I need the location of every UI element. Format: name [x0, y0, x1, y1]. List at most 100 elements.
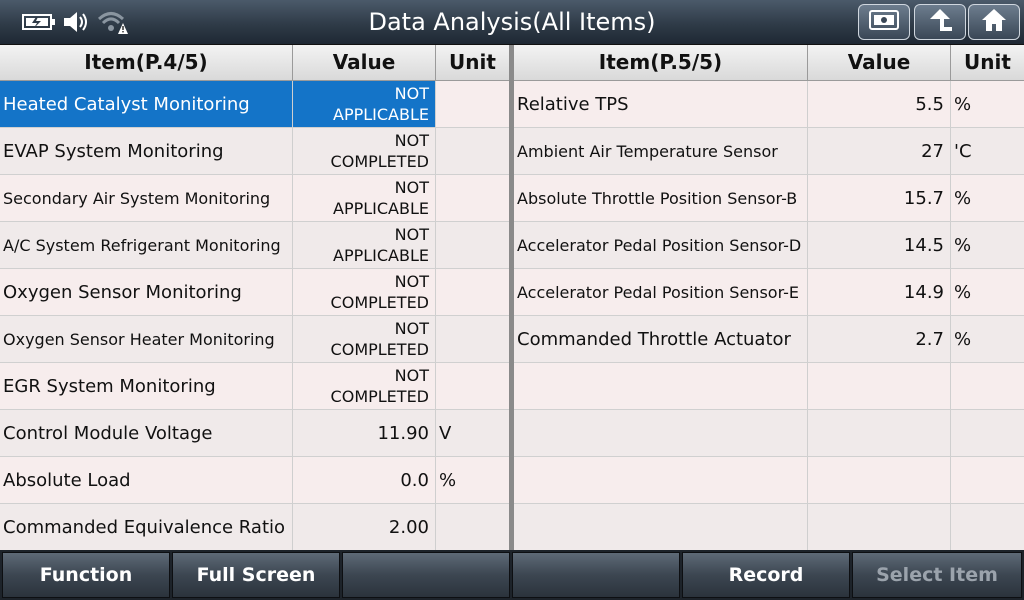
table-row[interactable]: Accelerator Pedal Position Sensor-D 14.5% — [514, 222, 1024, 269]
item-unit: % — [954, 187, 972, 209]
item-name: Absolute Load — [0, 457, 293, 503]
item-name — [514, 457, 808, 503]
item-name: Oxygen Sensor Heater Monitoring — [0, 316, 293, 362]
item-name — [514, 363, 808, 409]
value-text: NOT — [394, 366, 429, 385]
title-bar: Data Analysis(All Items) — [0, 0, 1024, 45]
value-text: APPLICABLE — [333, 199, 429, 218]
table-row[interactable]: A/C System Refrigerant Monitoring NOT APPL… — [0, 222, 509, 269]
table-header: Item(P.5/5) Value Unit — [514, 45, 1024, 81]
item-column-header: Item(P.5/5) — [514, 45, 808, 80]
table-row[interactable] — [514, 504, 1024, 551]
table-row[interactable]: Heated Catalyst Monitoring NOT APPLICABLE — [0, 81, 509, 128]
item-unit — [951, 457, 1024, 503]
table-row[interactable]: Secondary Air System Monitoring NOT APPLIC… — [0, 175, 509, 222]
item-value: 2.00 — [293, 504, 436, 550]
item-unit — [436, 316, 509, 362]
value-text: NOT — [394, 319, 429, 338]
function-button[interactable]: Function — [2, 552, 170, 598]
right-data-table: Item(P.5/5) Value Unit Relative TPS 5.5% A… — [514, 45, 1024, 551]
item-unit: % — [954, 234, 972, 256]
item-value: NOT APPLICABLE — [293, 222, 436, 268]
item-value: 15.7 — [808, 175, 951, 221]
value-text: NOT — [394, 178, 429, 197]
table-row[interactable] — [514, 363, 1024, 410]
item-name: Accelerator Pedal Position Sensor-E — [514, 269, 808, 315]
back-up-arrow-icon — [926, 7, 954, 37]
item-value — [808, 410, 951, 456]
snapshot-button[interactable] — [858, 4, 910, 40]
table-header: Item(P.4/5) Value Unit — [0, 45, 509, 81]
item-value: NOT COMPLETED — [293, 316, 436, 362]
item-value — [808, 363, 951, 409]
item-unit — [951, 504, 1024, 550]
table-row[interactable]: Accelerator Pedal Position Sensor-E 14.9% — [514, 269, 1024, 316]
value-text: 0.0 — [400, 469, 429, 491]
table-row[interactable] — [514, 410, 1024, 457]
table-row[interactable]: Oxygen Sensor Monitoring NOT COMPLETED — [0, 269, 509, 316]
item-value: 11.90 — [293, 410, 436, 456]
table-row[interactable]: Ambient Air Temperature Sensor 27 'C — [514, 128, 1024, 175]
value-text: NOT — [394, 131, 429, 150]
full-screen-button[interactable]: Full Screen — [172, 552, 340, 598]
blank-button-2[interactable] — [512, 552, 680, 598]
item-name: Commanded Throttle Actuator — [514, 316, 808, 362]
table-row[interactable]: Commanded Throttle Actuator 2.7% — [514, 316, 1024, 363]
item-unit: % — [954, 93, 972, 115]
table-row[interactable]: EVAP System Monitoring NOT COMPLETED — [0, 128, 509, 175]
item-unit — [436, 175, 509, 221]
item-unit — [436, 128, 509, 174]
item-name: Oxygen Sensor Monitoring — [0, 269, 293, 315]
value-text: 14.5 — [903, 234, 944, 256]
item-name: Relative TPS — [514, 81, 808, 127]
table-row[interactable] — [514, 457, 1024, 504]
table-row[interactable]: Absolute Load 0.0% — [0, 457, 509, 504]
value-text: COMPLETED — [330, 152, 429, 171]
item-unit: % — [954, 328, 972, 350]
item-unit — [436, 504, 509, 550]
item-unit — [436, 222, 509, 268]
table-row[interactable]: Commanded Equivalence Ratio 2.00 — [0, 504, 509, 551]
value-text: APPLICABLE — [333, 105, 429, 124]
home-button[interactable] — [968, 4, 1020, 40]
table-row[interactable]: Absolute Throttle Position Sensor-B 15.7% — [514, 175, 1024, 222]
item-name — [514, 410, 808, 456]
select-item-button[interactable]: Select Item — [852, 552, 1022, 598]
table-row[interactable]: Oxygen Sensor Heater Monitoring NOT COMPLE… — [0, 316, 509, 363]
value-text: 2.7 — [915, 328, 944, 350]
value-text: 11.90 — [377, 422, 429, 444]
left-data-table: Item(P.4/5) Value Unit Heated Catalyst M… — [0, 45, 509, 551]
value-text: COMPLETED — [330, 387, 429, 406]
item-unit: % — [954, 281, 972, 303]
item-value: 14.9 — [808, 269, 951, 315]
item-value: 5.5 — [808, 81, 951, 127]
home-icon — [980, 7, 1008, 37]
item-unit — [951, 363, 1024, 409]
item-value: 0.0 — [293, 457, 436, 503]
item-name: Commanded Equivalence Ratio — [0, 504, 293, 550]
item-value: 2.7 — [808, 316, 951, 362]
value-text: 5.5 — [915, 93, 944, 115]
snapshot-icon — [869, 9, 899, 35]
table-row[interactable]: EGR System Monitoring NOT COMPLETED — [0, 363, 509, 410]
function-bar: Function Full Screen Record Select Item — [0, 550, 1024, 600]
value-column-header: Value — [293, 45, 436, 80]
item-column-header: Item(P.4/5) — [0, 45, 293, 80]
unit-column-header: Unit — [964, 50, 1011, 74]
item-value: NOT COMPLETED — [293, 269, 436, 315]
value-text: COMPLETED — [330, 340, 429, 359]
table-row[interactable]: Control Module Voltage 11.90 V — [0, 410, 509, 457]
record-button[interactable]: Record — [682, 552, 850, 598]
item-unit: % — [439, 469, 457, 491]
item-value: 14.5 — [808, 222, 951, 268]
blank-button-1[interactable] — [342, 552, 510, 598]
item-name: Control Module Voltage — [0, 410, 293, 456]
item-unit — [436, 269, 509, 315]
value-text: 2.00 — [388, 516, 429, 538]
item-unit — [436, 81, 509, 127]
value-text: 15.7 — [903, 187, 944, 209]
item-name — [514, 504, 808, 550]
table-row[interactable]: Relative TPS 5.5% — [514, 81, 1024, 128]
item-name: Secondary Air System Monitoring — [0, 175, 293, 221]
back-button[interactable] — [914, 4, 966, 40]
